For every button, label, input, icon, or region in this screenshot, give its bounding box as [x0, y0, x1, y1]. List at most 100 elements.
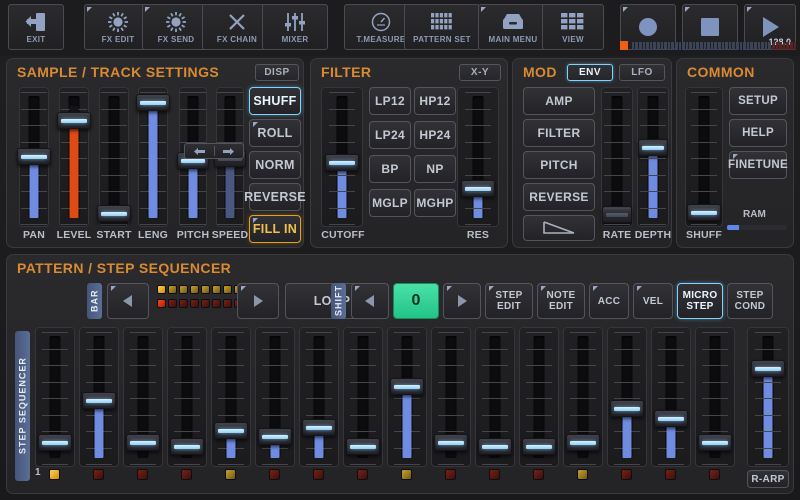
filter-type-np-button[interactable]: NP: [414, 155, 456, 183]
start-handle[interactable]: [97, 205, 131, 223]
roll-button[interactable]: ROLL: [249, 119, 301, 147]
pan-handle[interactable]: [17, 147, 51, 165]
step-fader-handle[interactable]: [390, 378, 424, 395]
step-fader-handle[interactable]: [170, 438, 204, 455]
help-button[interactable]: HELP: [729, 119, 787, 147]
filter-type-mghp-button[interactable]: MGHP: [414, 189, 456, 217]
step-fader-handle[interactable]: [346, 438, 380, 455]
step-led[interactable]: [357, 469, 368, 480]
cutoff-handle[interactable]: [325, 153, 359, 171]
step-led[interactable]: [93, 469, 104, 480]
fx-send-button[interactable]: FX SEND: [142, 4, 210, 50]
step-fader-handle[interactable]: [610, 399, 644, 417]
step-led[interactable]: [181, 469, 192, 480]
step-fader-handle[interactable]: [522, 438, 556, 455]
step-led[interactable]: [49, 469, 60, 480]
bar-led[interactable]: [212, 285, 221, 294]
bar-led[interactable]: [168, 285, 177, 294]
step-led[interactable]: [533, 469, 544, 480]
norm-button[interactable]: NORM: [249, 151, 301, 179]
next-bar-button[interactable]: [237, 283, 279, 319]
filter-type-lp24-button[interactable]: LP24: [369, 121, 411, 149]
rate-handle[interactable]: [602, 206, 632, 224]
step-fader-handle[interactable]: [654, 410, 688, 428]
bar-led[interactable]: [179, 299, 188, 308]
step-fader-handle[interactable]: [302, 418, 336, 436]
bar-led[interactable]: [157, 299, 166, 308]
filter-type-hp12-button[interactable]: HP12: [414, 87, 456, 115]
bar-led[interactable]: [223, 299, 232, 308]
step-fader-handle[interactable]: [126, 434, 160, 452]
mod-target-filter-button[interactable]: FILTER: [523, 119, 595, 147]
step-led[interactable]: [225, 469, 236, 480]
note-edit-button[interactable]: NOTE EDIT: [537, 283, 585, 319]
view-button[interactable]: VIEW: [542, 4, 604, 50]
shift-tab[interactable]: SHIFT: [331, 283, 346, 319]
bar-led[interactable]: [190, 285, 199, 294]
reverse-button[interactable]: REVERSE: [244, 183, 306, 211]
step-led[interactable]: [709, 469, 720, 480]
step-led[interactable]: [269, 469, 280, 480]
step-fader-handle[interactable]: [478, 438, 512, 455]
step-fader-handle[interactable]: [698, 434, 732, 452]
mod-tab-env[interactable]: ENV: [567, 64, 613, 81]
bar-led[interactable]: [168, 299, 177, 308]
finetune-button[interactable]: FINETUNE: [728, 151, 788, 179]
mod-shape-button[interactable]: [523, 215, 595, 241]
step-edit-button[interactable]: STEP EDIT: [485, 283, 533, 319]
master-handle[interactable]: [751, 360, 785, 377]
step-fader-handle[interactable]: [566, 434, 600, 452]
step-fader-handle[interactable]: [258, 428, 292, 446]
step-fader-handle[interactable]: [38, 434, 72, 452]
level-handle[interactable]: [57, 111, 91, 129]
bar-led[interactable]: [157, 285, 166, 294]
nudge-right-icon[interactable]: [215, 147, 244, 156]
bar-led[interactable]: [223, 285, 232, 294]
pattern-set-button[interactable]: PATTERN SET: [404, 4, 480, 50]
prev-step-button[interactable]: [351, 283, 389, 319]
bar-led[interactable]: [179, 285, 188, 294]
filter-type-mglp-button[interactable]: MGLP: [369, 189, 411, 217]
step-led[interactable]: [489, 469, 500, 480]
bar-tab[interactable]: BAR: [87, 283, 102, 319]
prev-bar-button[interactable]: [107, 283, 149, 319]
step-fader-handle[interactable]: [214, 422, 248, 440]
step-cond-button[interactable]: STEP COND: [727, 283, 773, 319]
step-led[interactable]: [137, 469, 148, 480]
step-led[interactable]: [665, 469, 676, 480]
setup-button[interactable]: SETUP: [729, 87, 787, 115]
micro-step-button[interactable]: MICRO STEP: [677, 283, 723, 319]
step-fader-handle[interactable]: [82, 392, 116, 410]
shuff-button[interactable]: SHUFF: [249, 87, 301, 115]
leng-handle[interactable]: [136, 93, 170, 111]
step-led[interactable]: [577, 469, 588, 480]
vel-button[interactable]: VEL: [633, 283, 673, 319]
next-step-button[interactable]: [443, 283, 481, 319]
res-handle[interactable]: [461, 180, 495, 197]
step-sequencer-tab[interactable]: STEP SEQUENCER: [15, 331, 30, 481]
step-fader-handle[interactable]: [434, 434, 468, 452]
bar-led[interactable]: [201, 299, 210, 308]
bar-led[interactable]: [190, 299, 199, 308]
mod-target-reverse-button[interactable]: REVERSE: [523, 183, 595, 211]
bar-led[interactable]: [201, 285, 210, 294]
xy-button[interactable]: X-Y: [459, 64, 501, 81]
mod-target-pitch-button[interactable]: PITCH: [523, 151, 595, 179]
r-arp-button[interactable]: R-ARP: [747, 470, 789, 488]
bar-led[interactable]: [212, 299, 221, 308]
mod-target-amp-button[interactable]: AMP: [523, 87, 595, 115]
step-led[interactable]: [401, 469, 412, 480]
filter-type-lp12-button[interactable]: LP12: [369, 87, 411, 115]
disp-button[interactable]: DISP: [255, 64, 299, 81]
filter-type-hp24-button[interactable]: HP24: [414, 121, 456, 149]
nudge-left-icon[interactable]: [185, 147, 214, 156]
fill-in-button[interactable]: FILL IN: [249, 215, 301, 243]
main-menu-button[interactable]: MAIN MENU: [478, 4, 548, 50]
nudge-arrows[interactable]: [184, 143, 244, 159]
mod-tab-lfo[interactable]: LFO: [619, 64, 665, 81]
step-led[interactable]: [445, 469, 456, 480]
step-value-display[interactable]: 0: [393, 283, 439, 319]
filter-type-bp-button[interactable]: BP: [369, 155, 411, 183]
acc-button[interactable]: ACC: [589, 283, 629, 319]
exit-button[interactable]: EXIT: [8, 4, 64, 50]
